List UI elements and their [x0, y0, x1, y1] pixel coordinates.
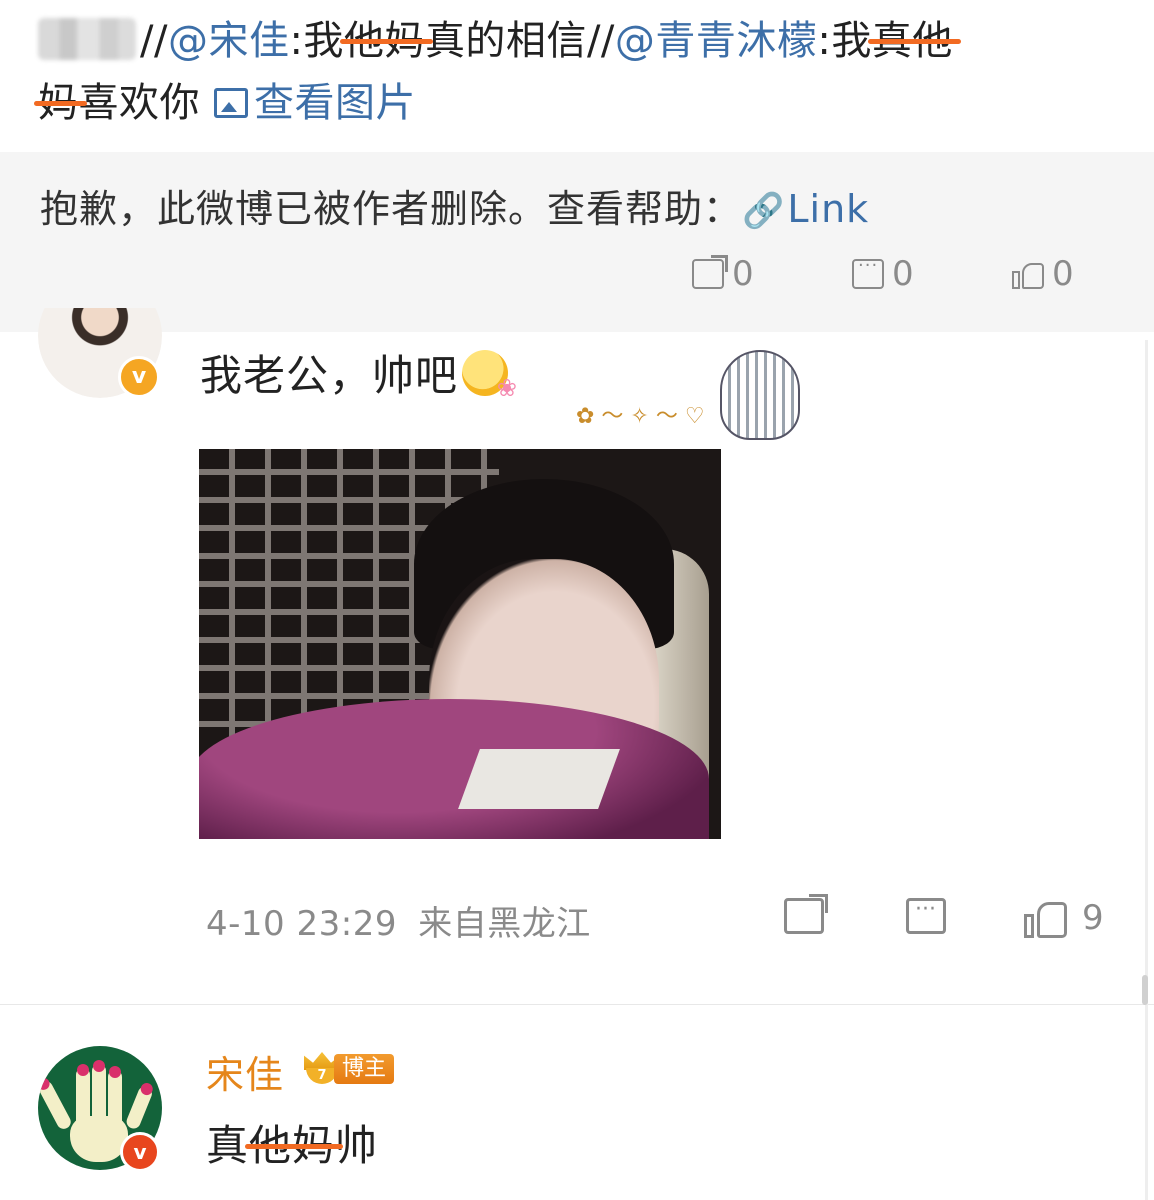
location: 来自黑龙江 [418, 904, 591, 944]
scrollbar-thumb[interactable] [1142, 975, 1148, 1005]
struck-text: 他妈 [249, 1121, 336, 1170]
view-picture-link[interactable]: 查看图片 [200, 80, 416, 126]
comment-icon [852, 255, 884, 289]
struck-text: 妈 [38, 80, 79, 126]
help-link-label: Link [787, 187, 870, 231]
share-count: 0 [732, 254, 754, 294]
author-name[interactable]: 宋佳 [206, 1044, 284, 1099]
like-count: 9 [1082, 898, 1104, 938]
repost-word: 喜欢你 [78, 80, 200, 126]
like-count: 0 [1052, 254, 1074, 294]
reply-button[interactable] [906, 897, 946, 934]
smiling-flower-emoji-icon [462, 350, 518, 402]
mention-link[interactable]: @宋佳 [168, 18, 290, 64]
deleted-post-card: 抱歉，此微博已被作者删除。查看帮助：🔗Link 0 0 0 [0, 152, 1154, 332]
blurred-username[interactable] [38, 18, 136, 60]
cat-sticker-image: ✿ ～ ✧ ～ ♡ [570, 340, 810, 440]
comment-icon [906, 897, 946, 934]
blogger-badge: 博主 [334, 1054, 395, 1084]
mention-link[interactable]: @青青沐檬 [615, 18, 818, 64]
comment-photo[interactable] [199, 449, 721, 839]
comment-body: 真 [206, 1121, 250, 1170]
share-icon [784, 894, 828, 934]
verified-badge-icon: v [120, 1132, 160, 1172]
repost-word: 真的相信 [424, 18, 587, 64]
share-button[interactable] [784, 894, 828, 934]
divider [0, 1004, 1154, 1005]
comment-body: 我老公，帅吧 [200, 351, 459, 400]
picture-icon [214, 88, 248, 118]
comment-text: 我老公，帅吧 [200, 342, 518, 403]
thumbs-up-icon [1012, 259, 1044, 289]
comment-button[interactable]: 0 [852, 254, 914, 294]
separator: // [140, 18, 168, 64]
deleted-notice-text: 抱歉，此微博已被作者删除。查看帮助： [40, 187, 743, 231]
comment-count: 0 [892, 254, 914, 294]
like-button[interactable]: 9 [1024, 898, 1104, 938]
view-picture-label: 查看图片 [254, 80, 416, 126]
thumbs-up-icon [1024, 898, 1068, 938]
sparkle-deco-icon: ✿ ～ ✧ ～ ♡ [576, 404, 705, 429]
struck-text: 他妈 [343, 18, 425, 64]
like-button[interactable]: 0 [1012, 254, 1074, 294]
scrollbar[interactable] [1145, 340, 1148, 1200]
repost-word: :我 [289, 18, 344, 64]
repost-text: //@宋佳:我他妈真的相信//@青青沐檬:我真他 妈喜欢你 查看图片 [38, 10, 1138, 134]
verified-badge-icon: v [118, 356, 160, 398]
share-icon [692, 259, 724, 289]
timestamp: 4-10 23:29 [206, 904, 397, 944]
comment-text: 真他妈帅 [206, 1112, 378, 1173]
deleted-notice: 抱歉，此微博已被作者删除。查看帮助：🔗Link [40, 178, 869, 233]
link-icon: 🔗 [742, 191, 786, 231]
help-link[interactable]: 🔗Link [742, 187, 869, 231]
comment-meta: 4-10 23:29 来自黑龙江 [206, 896, 591, 945]
cat-icon [720, 350, 800, 440]
separator: // [586, 18, 615, 64]
struck-text: 真他 [871, 18, 953, 64]
share-button[interactable]: 0 [692, 254, 754, 294]
repost-word: :我 [817, 18, 872, 64]
